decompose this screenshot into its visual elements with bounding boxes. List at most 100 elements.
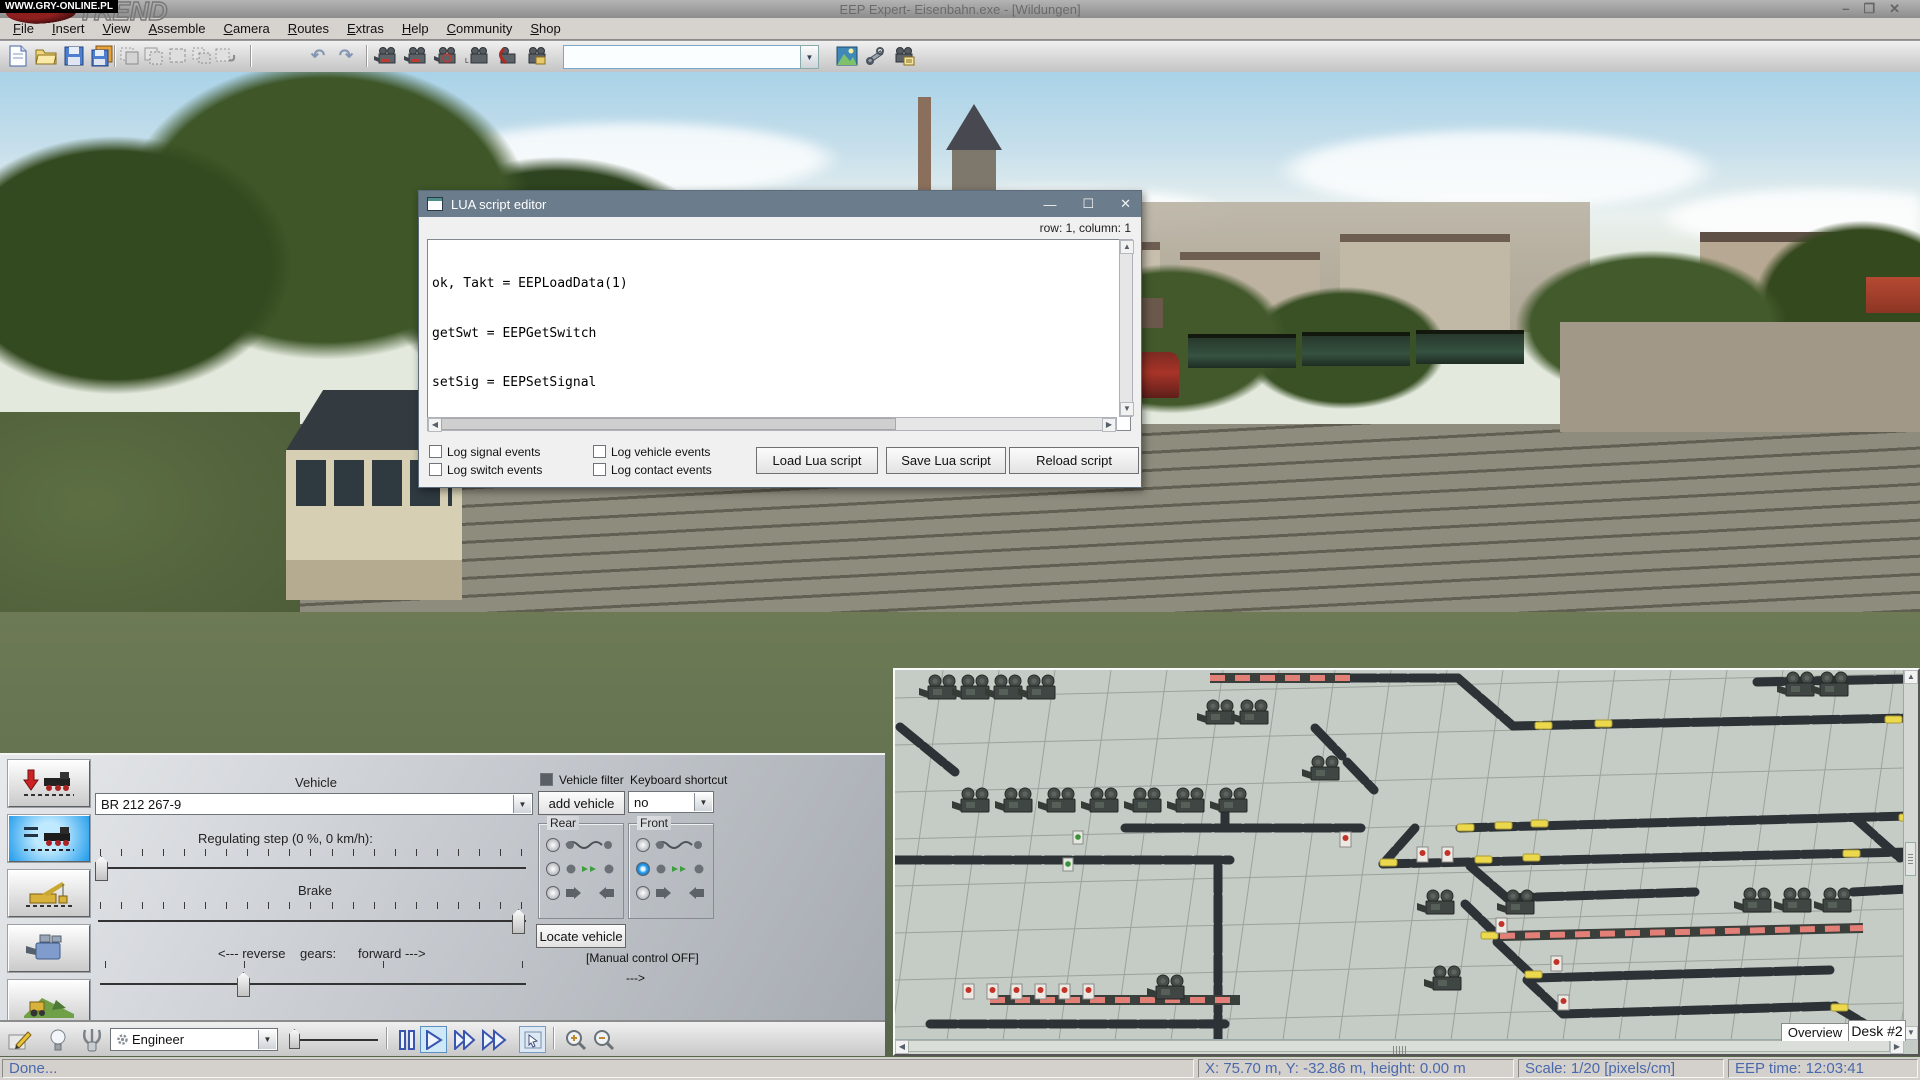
signal-yellow-segment[interactable]	[1523, 854, 1540, 861]
save-lua-script-button[interactable]: Save Lua script	[886, 447, 1006, 474]
lua-vertical-scrollbar[interactable]: ▲ ▼	[1119, 239, 1133, 417]
camera-icon[interactable]	[1302, 756, 1339, 780]
menu-extras[interactable]: Extras	[338, 19, 393, 38]
trackplan-scroll-up[interactable]: ▲	[1904, 670, 1918, 684]
signal-yellow-segment[interactable]	[1380, 859, 1397, 866]
lua-horizontal-scrollbar[interactable]: ◀ ▶	[427, 417, 1117, 431]
save-button[interactable]	[62, 44, 86, 68]
reload-script-button[interactable]: Reload script	[1009, 447, 1139, 474]
log-signal-events-checkbox[interactable]	[429, 445, 442, 458]
camera-view-4-button[interactable]: L	[464, 44, 488, 68]
track-segment[interactable]	[1315, 728, 1342, 756]
menu-community[interactable]: Community	[438, 19, 522, 38]
camera-view-2-button[interactable]	[404, 44, 428, 68]
add-vehicle-button[interactable]: add vehicle	[538, 791, 625, 815]
log-contact-events-checkbox[interactable]	[593, 463, 606, 476]
block-copy-button[interactable]	[142, 44, 166, 68]
trackplan-hscroll-thumb[interactable]	[908, 1040, 1890, 1052]
track-segment[interactable]	[1507, 892, 1695, 898]
camera-icon[interactable]	[952, 675, 989, 699]
undo-button[interactable]: ↶	[306, 44, 330, 68]
signal-yellow-segment[interactable]	[1457, 824, 1474, 831]
trackplan-scroll-right[interactable]: ▶	[1890, 1040, 1904, 1054]
open-file-button[interactable]	[34, 44, 58, 68]
grab-object-button[interactable]	[78, 1026, 105, 1053]
signal-yellow-segment[interactable]	[1595, 720, 1612, 727]
track-segment[interactable]	[900, 727, 955, 772]
locate-vehicle-button[interactable]: Locate vehicle	[536, 924, 626, 948]
menu-routes[interactable]: Routes	[279, 19, 338, 38]
edit-mode-button[interactable]	[6, 1026, 33, 1053]
lua-code-editor[interactable]: ok, Takt = EEPLoadData(1) getSwt = EEPGe…	[427, 239, 1131, 431]
signal-yellow-segment[interactable]	[1535, 722, 1552, 729]
track-occupied-indicator[interactable]	[1500, 928, 1863, 936]
track-segment[interactable]	[1383, 852, 1904, 864]
load-lua-script-button[interactable]: Load Lua script	[756, 447, 878, 474]
camera-icon[interactable]	[1814, 888, 1851, 912]
signal-yellow-segment[interactable]	[1531, 820, 1548, 827]
trackplan-scroll-left[interactable]: ◀	[895, 1040, 909, 1054]
log-vehicle-events-checkbox[interactable]	[593, 445, 606, 458]
camera-icon[interactable]	[952, 788, 989, 812]
camera-position-combobox[interactable]	[563, 45, 802, 69]
mode-drive-control-button[interactable]	[8, 815, 90, 862]
camera-icon[interactable]	[1734, 888, 1771, 912]
track-segment[interactable]	[1563, 1006, 1835, 1014]
trackplan-scroll-down[interactable]: ▼	[1904, 1026, 1918, 1040]
camera-icon[interactable]	[1124, 788, 1161, 812]
mode-camera-button[interactable]	[8, 925, 90, 972]
close-button[interactable]: ✕	[1889, 1, 1914, 16]
camera-icon[interactable]	[1081, 788, 1118, 812]
regulating-slider-track[interactable]	[98, 867, 526, 869]
keyboard-shortcut-combobox[interactable]: no ▼	[628, 791, 714, 813]
camera-icon[interactable]	[1197, 700, 1234, 724]
track-segment[interactable]	[1458, 678, 1513, 726]
scroll-up-button[interactable]: ▲	[1120, 240, 1134, 254]
log-switch-events-checkbox[interactable]	[429, 463, 442, 476]
rear-coupling-radio-3[interactable]	[546, 886, 560, 900]
trackplan-vertical-scrollbar[interactable]: ▲ ▼	[1903, 670, 1918, 1040]
menu-camera[interactable]: Camera	[215, 19, 279, 38]
signal-yellow-segment[interactable]	[1885, 716, 1902, 723]
block-rotate-button[interactable]	[214, 44, 238, 68]
track-segment[interactable]	[1347, 762, 1374, 790]
track-segment[interactable]	[1535, 970, 1830, 978]
camera-combo-dropdown-button[interactable]: ▼	[800, 45, 819, 69]
block-insert-button[interactable]	[190, 44, 214, 68]
fast-forward-button[interactable]	[451, 1026, 478, 1053]
rear-coupling-radio-2[interactable]	[546, 862, 560, 876]
control-mode-arrow[interactable]: ▼	[258, 1030, 276, 1049]
camera-icon[interactable]	[1147, 975, 1184, 999]
brake-slider-track[interactable]	[98, 920, 526, 922]
max-speed-button[interactable]	[481, 1026, 508, 1053]
signal-yellow-segment[interactable]	[1831, 1004, 1848, 1011]
camera-view-5-button[interactable]	[494, 44, 518, 68]
mode-place-vehicle-button[interactable]	[8, 760, 90, 807]
camera-icon[interactable]	[1417, 890, 1454, 914]
signal-yellow-segment[interactable]	[1481, 932, 1498, 939]
camera-view-1-button[interactable]	[374, 44, 398, 68]
redo-button[interactable]: ↷	[334, 44, 358, 68]
track-segment[interactable]	[1513, 718, 1904, 726]
vehicle-combobox[interactable]: BR 212 267-9 ▼	[95, 793, 533, 815]
measure-tools-button[interactable]	[863, 44, 887, 68]
camera-record-button[interactable]	[891, 44, 915, 68]
camera-icon[interactable]	[1231, 700, 1268, 724]
track-plan-canvas[interactable]	[895, 670, 1904, 1040]
hint-light-button[interactable]	[44, 1026, 71, 1053]
camera-icon[interactable]	[1018, 675, 1055, 699]
track-segment[interactable]	[1460, 816, 1904, 828]
signal-yellow-segment[interactable]	[1475, 856, 1492, 863]
signal-yellow-segment[interactable]	[1843, 850, 1860, 857]
menu-shop[interactable]: Shop	[521, 19, 569, 38]
front-coupling-radio-3[interactable]	[636, 886, 650, 900]
mini-slider-thumb[interactable]	[289, 1029, 300, 1049]
lua-minimize-button[interactable]: —	[1043, 197, 1056, 212]
vehicle-filter-checkbox[interactable]	[540, 773, 553, 786]
save-all-button[interactable]	[90, 44, 114, 68]
trackplan-horizontal-scrollbar[interactable]: ◀ ▶	[895, 1039, 1904, 1054]
rear-coupling-radio-1[interactable]	[546, 838, 560, 852]
front-coupling-radio-2-selected[interactable]	[636, 862, 650, 876]
hscroll-thumb[interactable]	[441, 418, 896, 430]
block-paste-button[interactable]	[166, 44, 190, 68]
